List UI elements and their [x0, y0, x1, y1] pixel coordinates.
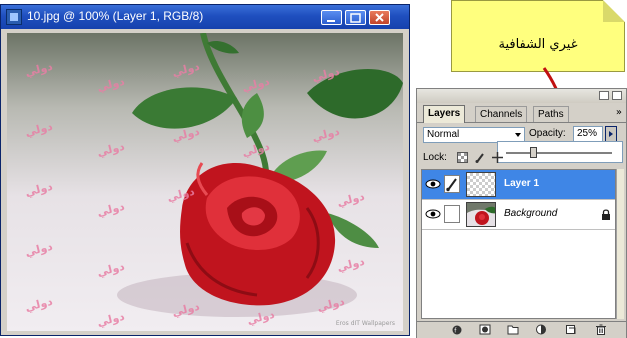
layers-list: Layer 1 Background [421, 169, 616, 319]
close-icon [375, 13, 384, 22]
opacity-slider-toggle-button[interactable] [605, 126, 617, 142]
adjustment-layer-icon[interactable] [535, 324, 547, 335]
panel-minimize-icon[interactable] [599, 91, 609, 100]
layer-active-brush-cell[interactable] [444, 175, 460, 193]
padlock-icon [602, 209, 610, 220]
tab-layers[interactable]: Layers [423, 105, 466, 123]
layer-name[interactable]: Background [504, 208, 557, 219]
photo-credit: Eros dIT Wallpapers [335, 320, 395, 327]
panel-tabs: Layers Channels Paths [417, 105, 626, 123]
mask-icon[interactable] [479, 324, 491, 335]
panel-close-icon[interactable] [612, 91, 622, 100]
panel-header[interactable] [417, 89, 626, 103]
lock-pixels-brush-icon[interactable] [475, 152, 486, 163]
maximize-icon [350, 13, 361, 23]
layer-row-layer-1[interactable]: Layer 1 [422, 170, 615, 200]
document-title: 10.jpg @ 100% (Layer 1, RGB/8) [27, 9, 204, 23]
image-canvas[interactable]: دولي دولي دولي دولي دولي دولي دولي دولي … [7, 33, 403, 331]
note-text: غيري الشفافية [498, 37, 578, 52]
layer-style-icon[interactable]: f [451, 324, 463, 335]
brush-icon [446, 178, 457, 192]
eye-visibility-icon[interactable] [424, 205, 442, 223]
layers-panel: Layers Channels Paths » Normal Opacity: … [416, 88, 627, 338]
lock-transparency-icon[interactable] [457, 152, 468, 163]
minimize-icon [327, 20, 335, 22]
opacity-input[interactable]: 25% [573, 126, 603, 142]
panel-menu-icon[interactable]: » [616, 107, 622, 118]
tab-paths[interactable]: Paths [533, 106, 569, 122]
tab-channels[interactable]: Channels [475, 106, 528, 122]
minimize-button[interactable] [321, 10, 342, 25]
photoshop-doc-icon [6, 9, 22, 25]
panel-bottom-toolbar: f [417, 321, 626, 338]
group-folder-icon[interactable] [507, 324, 519, 335]
maximize-button[interactable] [345, 10, 366, 25]
eye-visibility-icon[interactable] [424, 175, 442, 193]
document-window: 10.jpg @ 100% (Layer 1, RGB/8) دولي دولي… [0, 4, 410, 336]
close-button[interactable] [369, 10, 390, 25]
chevron-down-icon [515, 133, 521, 137]
new-layer-icon[interactable] [565, 324, 577, 335]
trash-icon[interactable] [595, 324, 607, 335]
document-title-bar[interactable]: 10.jpg @ 100% (Layer 1, RGB/8) [1, 5, 409, 29]
blend-mode-value: Normal [427, 129, 460, 140]
lock-label: Lock: [423, 152, 447, 163]
layer-name[interactable]: Layer 1 [504, 178, 539, 189]
annotation-note: غيري الشفافية [451, 0, 625, 72]
layer-link-cell[interactable] [444, 205, 460, 223]
layer-row-background[interactable]: Background [422, 200, 615, 230]
lock-position-move-icon[interactable] [492, 152, 503, 163]
layer-thumbnail-transparent[interactable] [466, 172, 496, 197]
rose-photo [117, 33, 403, 317]
layers-scrollbar[interactable] [616, 169, 624, 319]
lock-row: Lock: [417, 149, 626, 167]
opacity-label: Opacity: [529, 128, 566, 139]
layer-thumbnail-rose[interactable] [466, 202, 496, 227]
